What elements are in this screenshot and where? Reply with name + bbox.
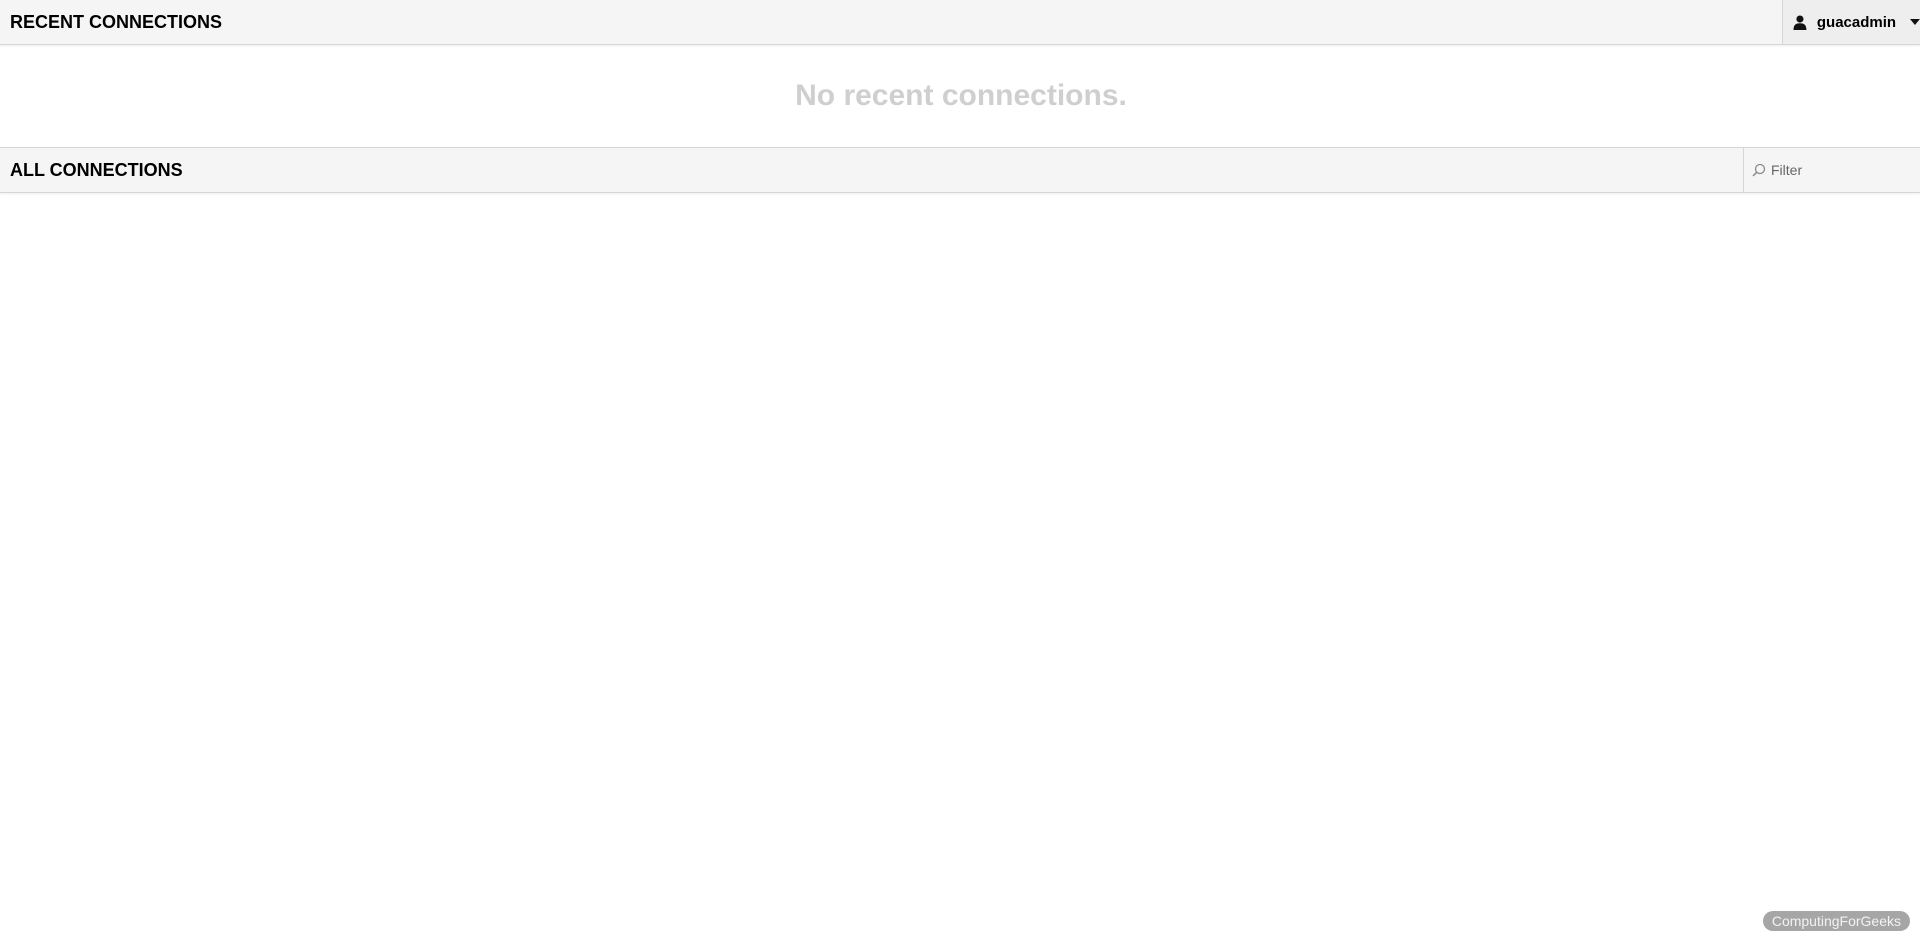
recent-connections-header: RECENT CONNECTIONS guacadmin: [0, 0, 1920, 45]
guacamole-home-page: RECENT CONNECTIONS guacadmin No recent c…: [0, 0, 1920, 941]
no-recent-connections-message: No recent connections.: [795, 79, 1127, 112]
filter-input[interactable]: [1771, 162, 1911, 178]
recent-connections-title: RECENT CONNECTIONS: [10, 11, 223, 32]
username-label: guacadmin: [1816, 13, 1897, 31]
all-connections-list: [0, 193, 1920, 793]
user-menu-button[interactable]: guacadmin: [1782, 0, 1920, 44]
recent-connections-panel: No recent connections.: [0, 45, 1920, 148]
filter-box: [1743, 148, 1920, 192]
watermark-badge: ComputingForGeeks: [1762, 911, 1910, 931]
all-connections-title: ALL CONNECTIONS: [10, 159, 183, 180]
all-connections-header: ALL CONNECTIONS: [0, 148, 1920, 193]
user-icon: [1793, 14, 1807, 30]
search-icon: [1752, 163, 1766, 177]
chevron-down-icon: [1910, 19, 1920, 25]
